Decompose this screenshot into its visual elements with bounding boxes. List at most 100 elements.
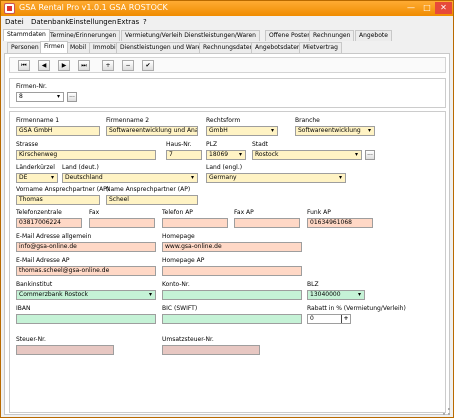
stadt-browse-button[interactable]: ... bbox=[365, 150, 375, 160]
company-details-section: Firmenname 1 GSA GmbH Firmenname 2 Softw… bbox=[9, 111, 446, 413]
vorname-ap-field[interactable]: Thomas bbox=[16, 195, 100, 205]
chevron-down-icon: ▾ bbox=[357, 291, 361, 298]
hausnr-field[interactable]: 7 bbox=[166, 150, 202, 160]
chevron-down-icon: ▾ bbox=[367, 127, 371, 134]
ustnr-label: Umsatzsteuer-Nr. bbox=[162, 336, 214, 343]
prev-record-button[interactable]: ◀ bbox=[38, 60, 50, 71]
branche-label: Branche bbox=[295, 117, 320, 124]
title-bar[interactable]: GSA Rental Pro v1.0.1 GSA ROSTOCK — □ ✕ bbox=[1, 1, 453, 16]
bankinstitut-value: Commerzbank Rostock bbox=[19, 291, 89, 298]
tab-vermietung[interactable]: Vermietung/Verleih Dienstleistungen/Ware… bbox=[121, 30, 260, 41]
stadt-select[interactable]: Rostock ▾ bbox=[252, 150, 362, 160]
spin-plus-icon[interactable]: + bbox=[341, 315, 350, 323]
last-record-button[interactable]: ⏭ bbox=[78, 60, 90, 71]
chevron-down-icon: ▾ bbox=[190, 174, 194, 181]
fax-ap-label: Fax AP bbox=[234, 209, 254, 216]
menu-datei[interactable]: Datei bbox=[5, 18, 24, 26]
branche-value: Softwareentwicklung bbox=[298, 127, 361, 134]
maximize-icon[interactable]: □ bbox=[419, 2, 435, 14]
firmen-nr-browse-button[interactable]: ... bbox=[67, 92, 77, 102]
menu-bar: Datei Datenbank Einstellungen Extras ? bbox=[1, 16, 453, 28]
email-ap-label: E-Mail Adresse AP bbox=[16, 257, 70, 264]
telefon-ap-field[interactable] bbox=[162, 218, 228, 228]
firmen-nr-section: Firmen-Nr. 8 ▾ ... bbox=[9, 78, 446, 108]
next-record-button[interactable]: ▶ bbox=[58, 60, 70, 71]
firmen-nr-select[interactable]: 8 ▾ bbox=[16, 92, 64, 102]
menu-datenbank[interactable]: Datenbank bbox=[31, 18, 69, 26]
menu-extras[interactable]: Extras bbox=[117, 18, 139, 26]
rabatt-field[interactable]: 0 + bbox=[307, 314, 351, 324]
homepage-ap-label: Homepage AP bbox=[162, 257, 205, 264]
tab-angebote[interactable]: Angebote bbox=[355, 30, 392, 41]
resize-grip[interactable] bbox=[443, 408, 450, 415]
laenderkuerzel-label: Länderkürzel bbox=[16, 164, 55, 171]
branche-select[interactable]: Softwareentwicklung ▾ bbox=[295, 126, 375, 136]
tab-firmen[interactable]: Firmen bbox=[40, 41, 69, 53]
stadt-value: Rostock bbox=[255, 151, 279, 158]
email-ap-field[interactable]: thomas.scheel@gsa-online.de bbox=[16, 266, 156, 276]
stadt-label: Stadt bbox=[252, 141, 268, 148]
tab-dienstleistungen[interactable]: Dienstleistungen und Waren bbox=[116, 42, 209, 53]
vorname-ap-label: Vorname Ansprechpartner (AP) bbox=[16, 186, 110, 193]
blz-select[interactable]: 13040000 ▾ bbox=[307, 290, 365, 300]
firmen-nr-value: 8 bbox=[19, 93, 23, 100]
laenderkuerzel-select[interactable]: DE ▾ bbox=[16, 173, 58, 183]
chevron-down-icon: ▾ bbox=[338, 174, 342, 181]
steuernr-label: Steuer-Nr. bbox=[16, 336, 46, 343]
ustnr-field[interactable] bbox=[162, 345, 260, 355]
blz-label: BLZ bbox=[307, 281, 319, 288]
rechtsform-select[interactable]: GmbH ▾ bbox=[206, 126, 278, 136]
tab-angebotsdaten[interactable]: Angebotsdaten bbox=[251, 42, 305, 53]
tab-rechnungen[interactable]: Rechnungen bbox=[309, 30, 355, 41]
plz-select[interactable]: 18069 ▾ bbox=[206, 150, 246, 160]
homepage-field[interactable]: www.gsa-online.de bbox=[162, 242, 302, 252]
hausnr-label: Haus-Nr. bbox=[166, 141, 192, 148]
tab-mietvertrag[interactable]: Mietvertrag bbox=[299, 42, 342, 53]
fax-field[interactable] bbox=[89, 218, 155, 228]
tab-stammdaten[interactable]: Stammdaten bbox=[3, 29, 50, 41]
kontonr-field[interactable] bbox=[162, 290, 302, 300]
rabatt-value: 0 bbox=[310, 315, 314, 322]
iban-field[interactable] bbox=[16, 314, 156, 324]
firmenname2-field[interactable]: Softwareentwicklung und Analytik bbox=[106, 126, 198, 136]
save-record-button[interactable]: ✔ bbox=[142, 60, 154, 71]
firmenname2-label: Firmenname 2 bbox=[106, 117, 150, 124]
land-engl-select[interactable]: Germany ▾ bbox=[206, 173, 346, 183]
minimize-icon[interactable]: — bbox=[403, 2, 419, 14]
firmenname1-label: Firmenname 1 bbox=[16, 117, 60, 124]
steuernr-field[interactable] bbox=[16, 345, 114, 355]
plz-label: PLZ bbox=[206, 141, 218, 148]
land-deut-value: Deutschland bbox=[65, 174, 103, 181]
add-record-button[interactable]: + bbox=[102, 60, 114, 71]
firmenname1-field[interactable]: GSA GmbH bbox=[16, 126, 100, 136]
menu-help[interactable]: ? bbox=[143, 18, 147, 26]
homepage-ap-field[interactable] bbox=[162, 266, 302, 276]
rechtsform-value: GmbH bbox=[209, 127, 228, 134]
delete-record-button[interactable]: − bbox=[122, 60, 134, 71]
telefonzentrale-label: Telefonzentrale bbox=[16, 209, 62, 216]
tab-offene-posten[interactable]: Offene Posten bbox=[265, 30, 315, 41]
name-ap-field[interactable]: Scheel bbox=[106, 195, 198, 205]
email-field[interactable]: info@gsa-online.de bbox=[16, 242, 156, 252]
bankinstitut-label: Bankinstitut bbox=[16, 281, 53, 288]
bic-field[interactable] bbox=[162, 314, 302, 324]
strasse-field[interactable]: Kirschenweg bbox=[16, 150, 156, 160]
tab-rechnungsdaten[interactable]: Rechnungsdaten bbox=[199, 42, 258, 53]
bankinstitut-select[interactable]: Commerzbank Rostock ▾ bbox=[16, 290, 156, 300]
menu-einstellungen[interactable]: Einstellungen bbox=[69, 18, 116, 26]
funk-ap-field[interactable]: 01634961068 bbox=[307, 218, 373, 228]
window-title: GSA Rental Pro v1.0.1 GSA ROSTOCK bbox=[19, 3, 168, 12]
chevron-down-icon: ▾ bbox=[270, 127, 274, 134]
telefonzentrale-field[interactable]: 03817006224 bbox=[16, 218, 82, 228]
close-icon[interactable]: ✕ bbox=[435, 2, 452, 14]
laenderkuerzel-value: DE bbox=[19, 174, 28, 181]
land-engl-value: Germany bbox=[209, 174, 237, 181]
land-deut-select[interactable]: Deutschland ▾ bbox=[62, 173, 198, 183]
fax-ap-field[interactable] bbox=[234, 218, 300, 228]
firmen-panel: ⏮ ◀ ▶ ⏭ + − ✔ Firmen-Nr. 8 ▾ ... Firmenn… bbox=[4, 53, 450, 415]
funk-ap-label: Funk AP bbox=[307, 209, 331, 216]
tab-personen[interactable]: Personen bbox=[7, 42, 43, 53]
tab-termine[interactable]: Termine/Erinnerungen bbox=[46, 30, 121, 41]
first-record-button[interactable]: ⏮ bbox=[18, 60, 30, 71]
tab-mobil[interactable]: Mobil bbox=[66, 42, 90, 53]
